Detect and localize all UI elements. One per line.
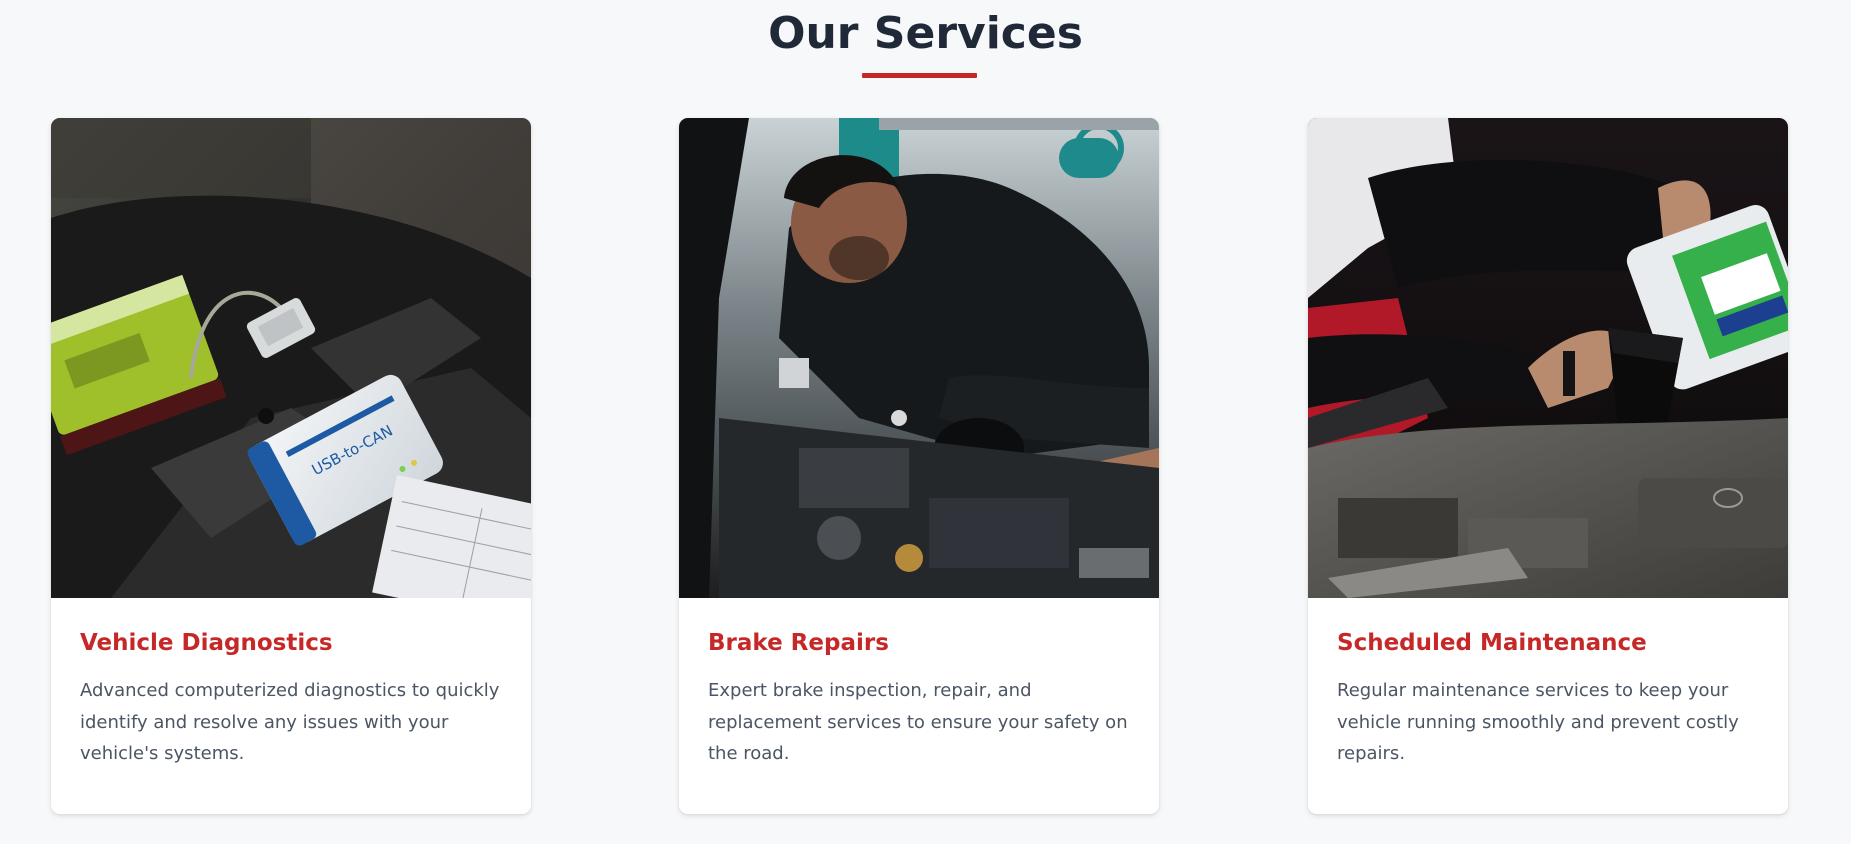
service-description: Expert brake inspection, repair, and rep…: [708, 680, 1128, 764]
services-section: Our Services USB-to-CAN Vehicle Diagnost…: [0, 0, 1851, 844]
service-image-maintenance: [1308, 118, 1788, 598]
service-card-scheduled-maintenance[interactable]: Scheduled Maintenance Regular maintenanc…: [1308, 118, 1788, 814]
service-title: Brake Repairs: [708, 630, 889, 656]
service-image-brake-repairs: [679, 118, 1159, 598]
service-description: Regular maintenance services to keep you…: [1337, 680, 1739, 764]
section-title: Our Services: [768, 8, 1083, 59]
service-card-vehicle-diagnostics[interactable]: USB-to-CAN Vehicle Diagnostics Advanced …: [51, 118, 531, 814]
title-underline: [862, 73, 977, 78]
service-image-diagnostics: USB-to-CAN: [51, 118, 531, 598]
service-description: Advanced computerized diagnostics to qui…: [80, 680, 500, 764]
service-title: Vehicle Diagnostics: [80, 630, 333, 656]
service-card-brake-repairs[interactable]: Brake Repairs Expert brake inspection, r…: [679, 118, 1159, 814]
service-title: Scheduled Maintenance: [1337, 630, 1647, 656]
